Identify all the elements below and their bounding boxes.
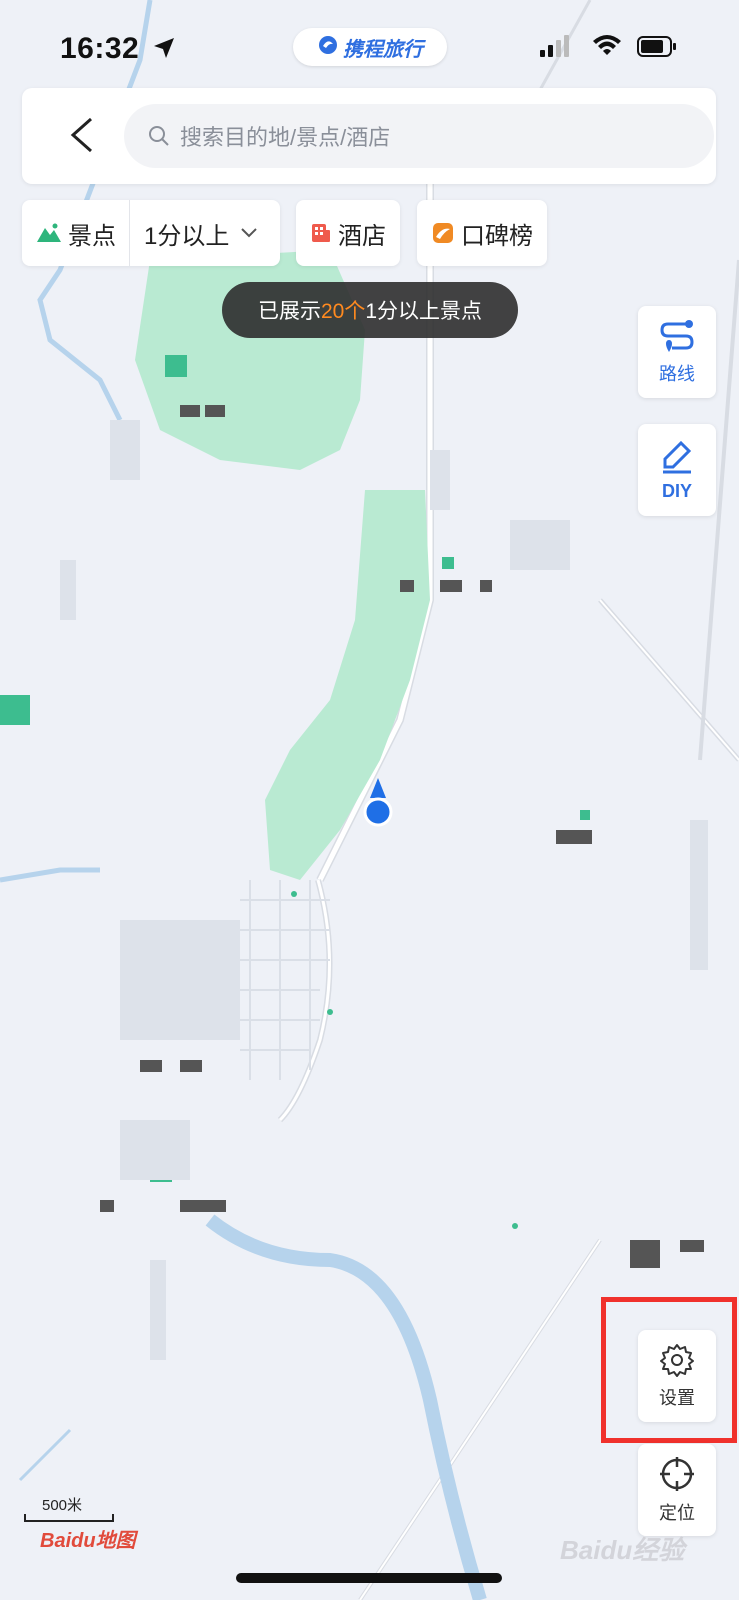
toast-prefix: 已展示 [257, 300, 321, 323]
toast-count: 20个 [320, 300, 366, 323]
search-header: 搜索目的地/景点/酒店 [22, 88, 716, 184]
back-button[interactable] [62, 110, 102, 160]
chevron-left-icon [70, 117, 92, 153]
sights-toggle[interactable]: 景点 [22, 200, 130, 266]
watermark: Baidu经验 [560, 1535, 685, 1565]
search-placeholder: 搜索目的地/景点/酒店 [180, 125, 391, 150]
sights-count-toast: 已展示 20个 1分以上景点 [222, 282, 518, 338]
sights-label: 景点 [68, 222, 116, 250]
brand-logo-icon [317, 34, 339, 61]
status-time: 16:32 [60, 32, 140, 65]
rating-label: 1分以上 [144, 222, 230, 250]
diy-label: DIY [661, 480, 692, 501]
settings-highlight-frame [601, 1297, 737, 1443]
sights-filter: 景点 1分以上 [22, 200, 280, 266]
toast-suffix: 1分以上景点 [365, 300, 483, 323]
ranking-icon [433, 223, 453, 243]
locate-label: 定位 [659, 1503, 695, 1523]
rating-dropdown[interactable]: 1分以上 [130, 216, 258, 251]
battery-icon [637, 36, 677, 63]
locate-button[interactable]: 定位 [638, 1444, 716, 1536]
hotel-icon [312, 224, 330, 242]
diy-button[interactable]: DIY [638, 424, 716, 516]
search-input[interactable]: 搜索目的地/景点/酒店 [124, 104, 714, 168]
brand-name: 携程旅行 [343, 38, 423, 61]
ranking-label: 口碑榜 [461, 222, 533, 250]
hotel-label: 酒店 [338, 222, 386, 250]
map-provider-logo: Baidu地图 [40, 1530, 136, 1552]
location-arrow-icon [152, 36, 176, 65]
cellular-signal-icon [540, 34, 572, 63]
home-indicator[interactable] [236, 1573, 502, 1583]
map-scale: 500米 [24, 1496, 116, 1522]
scale-bar [24, 1514, 114, 1522]
status-bar: 16:32 携程旅行 [0, 28, 739, 72]
app-brand: 携程旅行 [293, 28, 447, 66]
route-button[interactable]: 路线 [638, 306, 716, 398]
wifi-icon [592, 34, 622, 63]
route-icon [660, 320, 694, 352]
crosshair-icon [660, 1457, 694, 1491]
scale-label: 500米 [42, 1497, 83, 1514]
pen-edit-icon [663, 440, 692, 473]
hotel-filter[interactable]: 酒店 [296, 200, 400, 266]
route-label: 路线 [659, 364, 695, 384]
ranking-filter[interactable]: 口碑榜 [417, 200, 547, 266]
mountain-icon [37, 223, 61, 242]
search-icon [149, 126, 169, 146]
chevron-down-icon [241, 228, 258, 238]
